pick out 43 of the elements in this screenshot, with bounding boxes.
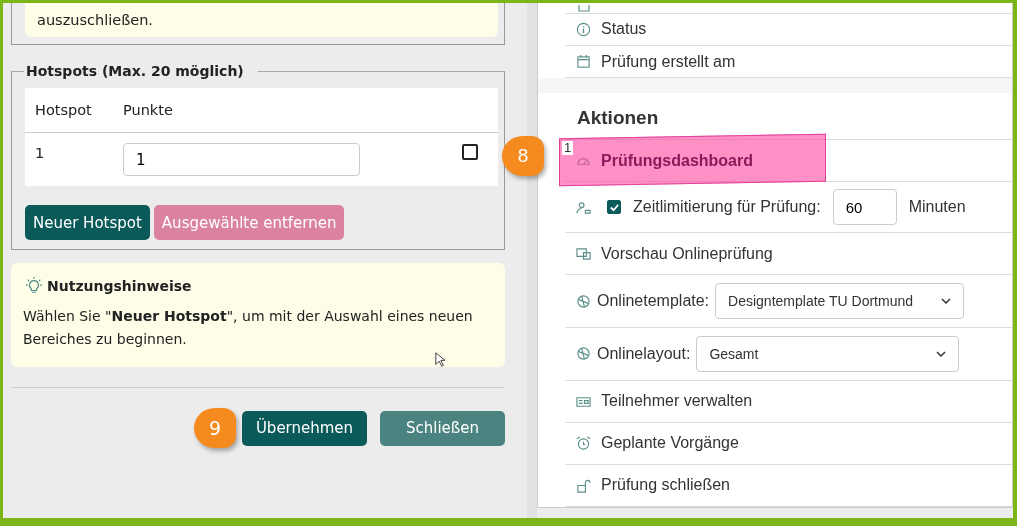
points-input[interactable]: 1: [123, 143, 360, 176]
info-label: Status: [601, 20, 647, 39]
info-label: Prüfung erstellt am: [601, 52, 736, 71]
column-header: Punkte: [123, 102, 174, 118]
apply-button[interactable]: Übernehmen: [242, 410, 367, 446]
lightbulb-icon: [25, 277, 43, 295]
window-icon: [576, 246, 591, 262]
select-label: Onlinelayout:: [597, 344, 691, 363]
note-text: auszuschließen.: [37, 12, 153, 28]
step-callout: 8: [502, 136, 544, 177]
action-link[interactable]: Prüfungsdashboard: [601, 151, 753, 170]
minutes-input[interactable]: 60: [832, 189, 897, 226]
column-header: Hotspot: [34, 102, 93, 118]
alarm-clock-icon: [576, 435, 591, 451]
close-button[interactable]: Schließen: [380, 410, 505, 446]
marker-label: 1: [562, 141, 574, 156]
action-link[interactable]: Vorschau Onlineprüfung: [601, 244, 773, 263]
action-link[interactable]: Prüfung schließen: [601, 476, 730, 495]
section-heading: Aktionen: [577, 107, 659, 130]
globe-icon: [576, 346, 591, 362]
time-limit-checkbox[interactable]: [607, 200, 621, 215]
info-icon: [576, 21, 591, 37]
dropdown[interactable]: Designtemplate TU Dortmund: [715, 283, 965, 320]
action-link[interactable]: Geplante Vorgänge: [601, 434, 739, 453]
globe-icon: [576, 293, 591, 309]
chevron-down-icon: [936, 350, 947, 357]
fieldset-legend: Hotspots (Max. 20 möglich): [24, 63, 258, 79]
action-link[interactable]: Teilnehmer verwalten: [601, 392, 753, 411]
unit-label: Minuten: [908, 198, 966, 217]
select-label: Onlinetemplate:: [597, 292, 710, 311]
dropdown[interactable]: Gesamt: [696, 335, 960, 372]
unlock-icon: [576, 477, 591, 493]
hint-text: Wählen Sie "Neuer Hotspot", um mit der Auswahl eines neuen Bereiches zu beginnen.: [23, 307, 474, 349]
mouse-cursor-icon: [435, 352, 445, 367]
checkbox-label: Zeitlimitierung für Prüfung:: [633, 198, 821, 217]
people-icon: [576, 199, 591, 215]
row-checkbox[interactable]: [462, 144, 478, 160]
hint-title: Nutzungshinweise: [47, 278, 192, 294]
new-hotspot-button[interactable]: Neuer Hotspot: [25, 205, 150, 240]
step-callout: 9: [194, 408, 236, 448]
table-cell-text: 1: [34, 144, 46, 161]
calendar-icon: [576, 54, 591, 70]
chevron-down-icon: [941, 298, 952, 305]
